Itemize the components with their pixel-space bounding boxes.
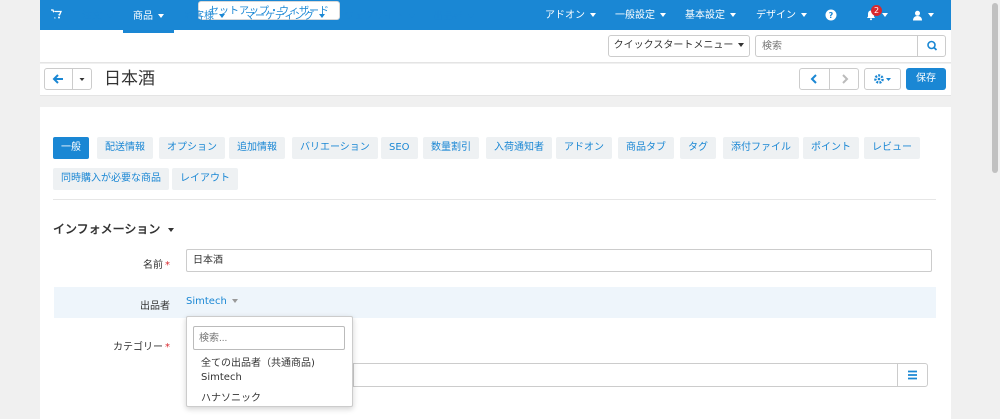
chevron-down-icon: [882, 13, 888, 17]
tab-reviews[interactable]: レビュー: [864, 137, 920, 159]
design-menu[interactable]: デザイン: [756, 0, 807, 30]
vendor-label: 出品者: [140, 301, 170, 312]
nav-website-label: ウェブサイト: [344, 11, 404, 22]
category-label: カテゴリー *: [50, 338, 170, 353]
vendor-value: Simtech: [186, 296, 227, 307]
user-icon: [913, 10, 922, 20]
vendor-option-all[interactable]: 全ての出品者（共通商品): [201, 354, 315, 369]
design-label: デザイン: [756, 10, 796, 21]
vendor-search-input[interactable]: [193, 326, 345, 350]
chevron-down-icon: [738, 43, 745, 47]
tab-shipping[interactable]: 配送情報: [97, 137, 153, 159]
list-icon: [908, 370, 917, 380]
tab-tags[interactable]: タグ: [680, 137, 716, 159]
vendor-selector[interactable]: Simtech: [186, 296, 238, 307]
quick-start-label: クイックスタートメニュー: [613, 40, 734, 51]
nav-marketing[interactable]: マーケティング: [245, 0, 326, 33]
addons-menu-label: アドオン: [545, 10, 585, 21]
nav-products-label: 商品: [133, 11, 153, 22]
chevron-down-icon: [319, 14, 326, 18]
arrow-left-icon: [52, 74, 63, 84]
required-mark: *: [165, 342, 170, 353]
settings-gear-button[interactable]: [864, 68, 901, 90]
category-input[interactable]: [353, 363, 898, 387]
section-title-label: インフォメーション: [53, 222, 161, 236]
tab-options[interactable]: オプション: [159, 137, 225, 159]
vendor-option-hanasonic[interactable]: ハナソニック: [201, 389, 261, 404]
category-label-text: カテゴリー: [113, 342, 163, 353]
general-settings-menu[interactable]: 一般設定: [615, 0, 666, 30]
chevron-down-icon: [468, 14, 474, 18]
tab-product-tabs[interactable]: 商品タブ: [618, 137, 674, 159]
chevron-down-icon: [168, 227, 175, 232]
tab-qty-discounts[interactable]: 数量割引: [423, 137, 479, 159]
chevron-down-icon: [660, 13, 666, 17]
chevron-right-icon: [842, 74, 849, 84]
scrollbar-thumb[interactable]: [992, 3, 998, 173]
notification-badge: 2: [871, 5, 883, 16]
addons-menu[interactable]: アドオン: [545, 0, 596, 30]
tab-variations[interactable]: バリエーション: [292, 137, 378, 159]
gear-icon: [874, 74, 891, 84]
tab-add-info[interactable]: 追加情報: [229, 137, 285, 159]
general-settings-label: 一般設定: [615, 10, 655, 21]
page-title: 日本酒: [104, 69, 155, 89]
chevron-down-icon: [158, 14, 164, 18]
name-label-text: 名前: [143, 260, 163, 271]
home-icon[interactable]: [40, 0, 68, 33]
name-input[interactable]: 日本酒: [186, 249, 932, 272]
search-button[interactable]: [917, 35, 946, 57]
tab-addons[interactable]: アドオン: [556, 137, 612, 159]
nav-website[interactable]: ウェブサイト: [344, 0, 415, 33]
chevron-down-icon: [409, 14, 415, 18]
quick-start-menu-button[interactable]: クイックスタートメニュー: [608, 35, 750, 57]
user-menu[interactable]: [912, 0, 934, 30]
chevron-down-icon: [730, 13, 736, 17]
nav-vendors[interactable]: 出品者: [433, 0, 474, 33]
nav-customers-label: お客様: [184, 11, 214, 22]
nav-vendors-label: 出品者: [433, 11, 463, 22]
nav-orders-label: 注文: [82, 11, 102, 22]
nav-customers[interactable]: お客様: [184, 0, 225, 33]
nav-marketing-label: マーケティング: [245, 11, 315, 22]
svg-text:?: ?: [829, 11, 834, 20]
basic-settings-menu[interactable]: 基本設定: [685, 0, 736, 30]
chevron-down-icon: [219, 14, 225, 18]
chevron-down-icon: [231, 299, 238, 303]
chevron-down-icon: [801, 13, 807, 17]
chevron-down-icon: [590, 13, 596, 17]
category-picker-button[interactable]: [897, 363, 928, 387]
tab-points[interactable]: ポイント: [803, 137, 859, 159]
search-input[interactable]: [755, 35, 918, 57]
save-button[interactable]: 保存: [906, 68, 946, 90]
basic-settings-label: 基本設定: [685, 10, 725, 21]
section-divider: [53, 199, 936, 200]
chevron-left-icon: [810, 74, 817, 84]
help-icon[interactable]: ?: [825, 0, 837, 30]
chevron-down-icon: [928, 13, 934, 17]
tab-general[interactable]: 一般: [53, 137, 89, 159]
tab-seo[interactable]: SEO: [381, 137, 418, 159]
search-icon: [927, 40, 938, 51]
section-information[interactable]: インフォメーション: [53, 220, 175, 237]
vendor-dropdown: 全ての出品者（共通商品) Simtech ハナソニック: [186, 316, 353, 407]
required-mark: *: [165, 260, 170, 271]
nav-orders[interactable]: 注文: [82, 0, 113, 33]
chevron-down-icon: [79, 78, 85, 81]
tab-required-products[interactable]: 同時購入が必要な商品: [53, 168, 169, 190]
tab-subscribers[interactable]: 入荷通知者: [486, 137, 552, 159]
tab-attachments[interactable]: 添付ファイル: [723, 137, 799, 159]
tab-layout[interactable]: レイアウト: [172, 168, 238, 190]
top-bar: [40, 0, 951, 30]
chevron-down-icon: [107, 14, 113, 18]
prev-next-buttons[interactable]: [799, 68, 859, 90]
name-label: 名前 *: [50, 256, 170, 271]
nav-products[interactable]: 商品: [123, 0, 174, 33]
back-button-group[interactable]: [44, 68, 92, 90]
vendor-option-simtech[interactable]: Simtech: [201, 372, 242, 383]
